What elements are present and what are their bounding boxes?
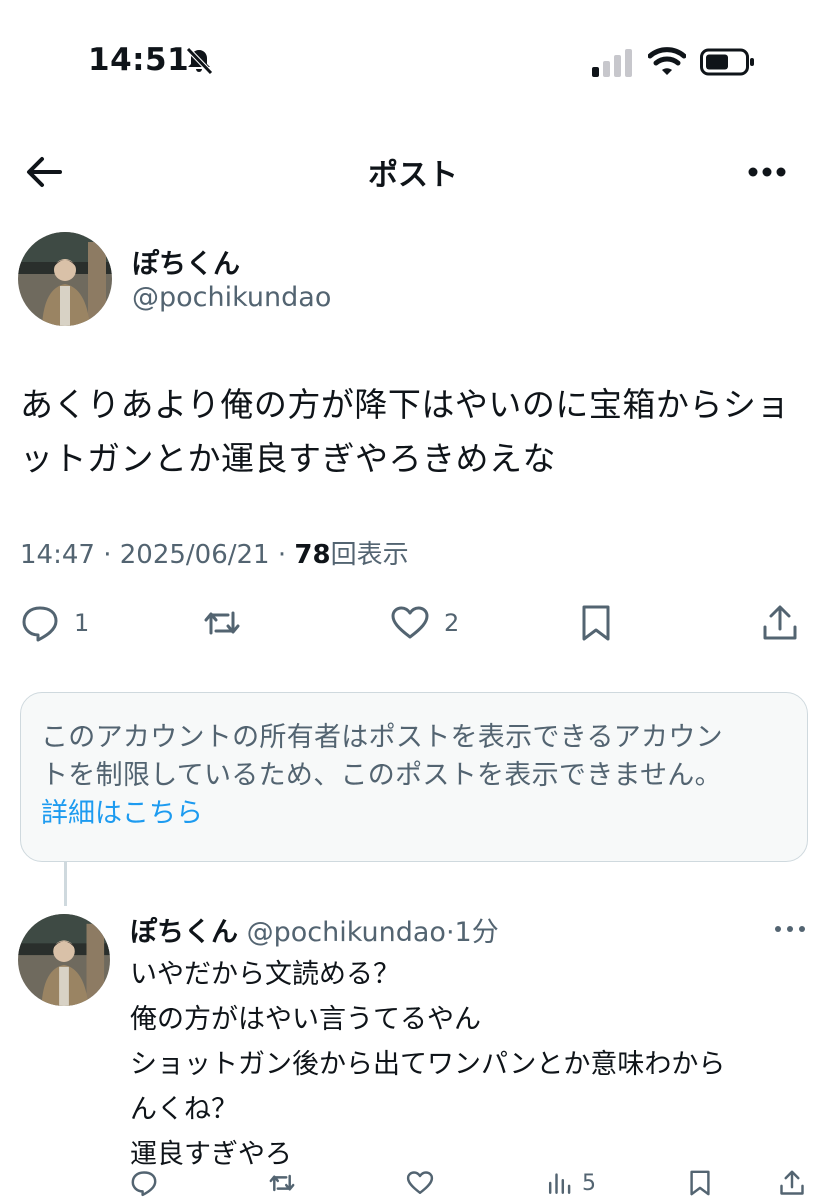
- reply-line: ショットガン後から出てワンパンとか意味わから: [130, 1049, 726, 1080]
- reply-actions: 5: [0, 1166, 826, 1200]
- status-time: 14:51: [88, 42, 190, 78]
- speech-bubble-icon: [131, 1171, 157, 1197]
- reply-repost-button[interactable]: [268, 1166, 296, 1200]
- page-title: ポスト: [368, 158, 458, 193]
- meta-separator: ·: [103, 540, 112, 570]
- reply-share-button[interactable]: [778, 1166, 806, 1200]
- thread-connector: [64, 862, 67, 906]
- meta-separator: ·: [277, 540, 287, 570]
- bookmark-icon: [690, 1170, 710, 1196]
- reply-views-button[interactable]: 5: [546, 1166, 596, 1200]
- share-button[interactable]: [760, 598, 800, 648]
- notice-line: このアカウントの所有者はポストを表示できるアカウン: [41, 722, 723, 753]
- reply-reply-button[interactable]: [130, 1166, 158, 1200]
- reply-author-handle[interactable]: @pochikundao: [247, 917, 446, 948]
- reply-avatar[interactable]: [18, 914, 110, 1006]
- reply-line: 俺の方がはやい言うてるやん: [130, 1004, 481, 1035]
- heart-icon: [406, 1171, 434, 1195]
- more-options-icon[interactable]: [770, 914, 810, 944]
- reply-bookmark-button[interactable]: [686, 1166, 714, 1200]
- reply-time: 1分: [454, 917, 499, 948]
- bar-chart-icon: [548, 1173, 571, 1195]
- post-meta: 14:47 · 2025/06/21 · 78回表示: [20, 534, 409, 571]
- more-options-icon[interactable]: [742, 152, 792, 192]
- reply-line: んくね？: [130, 1094, 238, 1125]
- reply-like-button[interactable]: [406, 1166, 434, 1200]
- post-actions: 1 2: [0, 598, 826, 648]
- reply-line: いやだから文読める？: [130, 959, 400, 990]
- post-body: あくりあより俺の方が降下はやいのに宝箱からショ ットガンとか運良すぎやろきめえな: [20, 378, 810, 486]
- repost-icon: [204, 611, 240, 635]
- post-body-line: あくりあより俺の方が降下はやいのに宝箱からショ: [20, 385, 790, 424]
- reply-dot: ·: [445, 917, 455, 948]
- views-label: 回表示: [330, 540, 409, 570]
- battery-icon: [700, 48, 754, 76]
- post-body-line: ットガンとか運良すぎやろきめえな: [20, 439, 556, 478]
- like-count: 2: [444, 609, 460, 637]
- reply-button[interactable]: 1: [20, 598, 89, 648]
- like-button[interactable]: 2: [390, 598, 459, 648]
- heart-icon: [391, 606, 429, 639]
- author-avatar[interactable]: [18, 232, 112, 326]
- speech-bubble-icon: [22, 606, 58, 642]
- notice-text: このアカウントの所有者はポストを表示できるアカウン トを制限しているため、このポ…: [41, 719, 787, 795]
- reply-count: 1: [74, 609, 90, 637]
- author-name[interactable]: ぽちくん: [132, 242, 240, 281]
- share-icon: [763, 605, 797, 640]
- restricted-notice: このアカウントの所有者はポストを表示できるアカウン トを制限しているため、このポ…: [20, 692, 808, 862]
- bell-off-icon: [186, 47, 213, 75]
- repost-button[interactable]: [202, 598, 242, 648]
- notice-line: トを制限しているため、このポストを表示できません。: [41, 760, 722, 791]
- post-time: 14:47: [20, 540, 95, 570]
- bookmark-icon: [582, 605, 610, 641]
- post-date: 2025/06/21: [119, 540, 270, 570]
- views-count: 78: [294, 540, 331, 570]
- bookmark-button[interactable]: [576, 598, 616, 648]
- reply-view-count: 5: [582, 1170, 596, 1196]
- wifi-icon: [648, 47, 686, 75]
- author-handle[interactable]: @pochikundao: [132, 282, 331, 313]
- signal-icon: [592, 49, 632, 77]
- reply-body: いやだから文読める？ 俺の方がはやい言うてるやん ショットガン後から出てワンパン…: [130, 952, 800, 1177]
- learn-more-link[interactable]: 詳細はこちら: [41, 795, 787, 833]
- repost-icon: [269, 1174, 295, 1192]
- reply-header: ぽちくん @pochikundao·1分: [130, 910, 499, 949]
- share-icon: [780, 1170, 804, 1195]
- reply-author-name[interactable]: ぽちくん: [130, 917, 238, 948]
